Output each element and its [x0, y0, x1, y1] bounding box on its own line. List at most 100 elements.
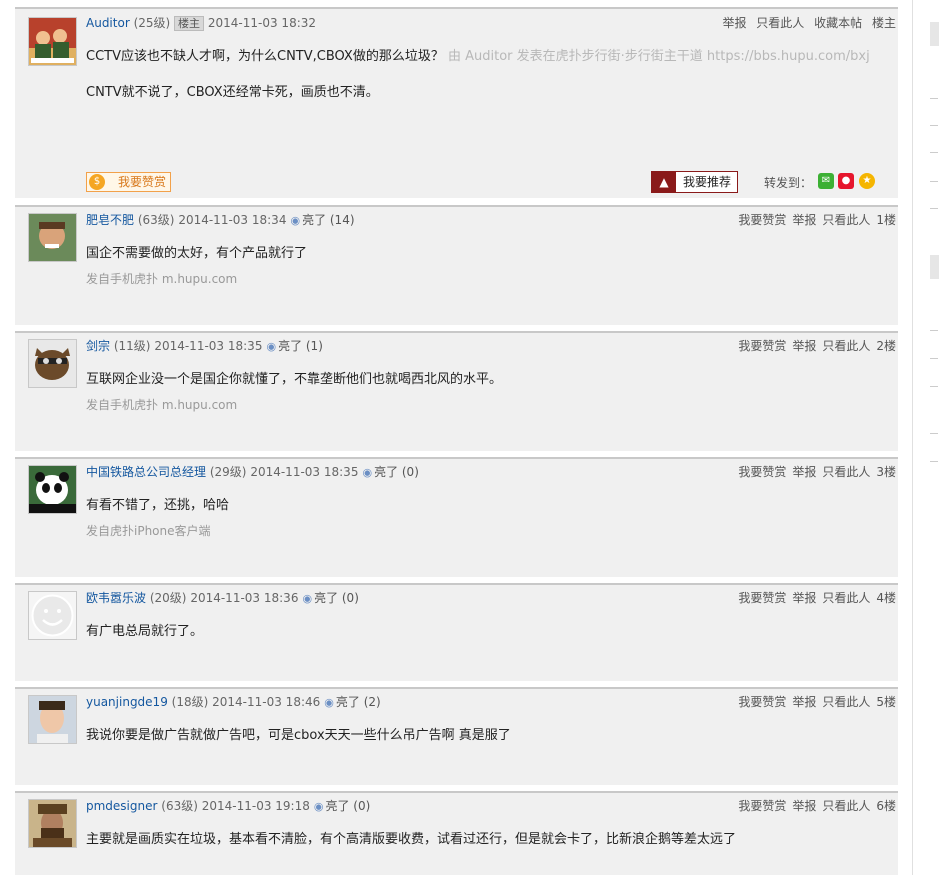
reward-link[interactable]: 我要赞赏 [738, 339, 786, 353]
sidebar-divider [930, 358, 938, 359]
report-link[interactable]: 举报 [792, 339, 816, 353]
post-meta: Auditor (25级) 楼主 2014-11-03 18:32 [86, 14, 316, 31]
report-link[interactable]: 举报 [792, 465, 816, 479]
thumbs-up-icon: ▲ [652, 172, 676, 192]
right-sidebar [912, 0, 939, 875]
post-source: 发自虎扑iPhone客户端 [86, 524, 211, 538]
bulb-icon: ◉ [302, 592, 313, 605]
share-label: 转发到： [764, 176, 813, 190]
sidebar-divider [930, 125, 938, 126]
report-link[interactable]: 举报 [792, 591, 816, 605]
username-link[interactable]: 欧韦嚣乐波 [86, 591, 146, 605]
report-link[interactable]: 举报 [792, 695, 816, 709]
light-button[interactable]: ◉ 亮了 (2) [324, 695, 380, 709]
post-meta: 肥皂不肥 (63级) 2014-11-03 18:34 ◉ 亮了 (14) [86, 211, 355, 228]
username-link[interactable]: Auditor [86, 16, 130, 30]
avatar[interactable] [28, 695, 77, 744]
wechat-share-icon[interactable]: ✉ [818, 173, 834, 189]
reply-post: yuanjingde19 (18级) 2014-11-03 18:46 ◉ 亮了 (… [15, 687, 898, 785]
avatar[interactable] [28, 339, 77, 388]
light-count: 亮了 (0) [325, 799, 371, 813]
recommend-label: 我要推荐 [683, 175, 732, 189]
user-level: (25级) [133, 16, 171, 30]
recommend-button[interactable]: ▲ 我要推荐 [651, 171, 738, 193]
post-meta: pmdesigner (63级) 2014-11-03 19:18 ◉ 亮了 (0) [86, 797, 370, 814]
post-time: 2014-11-03 18:35 [250, 465, 359, 479]
reply-post: 欧韦嚣乐波 (20级) 2014-11-03 18:36 ◉ 亮了 (0) 我要赞赏举… [15, 583, 898, 681]
username-link[interactable]: 肥皂不肥 [86, 213, 134, 227]
only-this-user-link[interactable]: 只看此人 [756, 16, 804, 30]
only-this-user-link[interactable]: 只看此人 [822, 465, 870, 479]
sidebar-divider [930, 152, 938, 153]
avatar[interactable] [28, 213, 77, 262]
avatar[interactable] [28, 591, 77, 640]
post-actions: 我要赞赏 举报 只看此人 4楼 [732, 589, 896, 606]
reward-link[interactable]: 我要赞赏 [738, 799, 786, 813]
floor-number: 1楼 [876, 213, 896, 227]
sidebar-divider [930, 461, 938, 462]
light-button[interactable]: ◉ 亮了 (14) [290, 213, 354, 227]
source-note[interactable]: 由 Auditor 发表在虎扑步行街·步行街主干道 https://bbs.hu… [448, 49, 870, 64]
avatar[interactable] [28, 17, 77, 66]
favorite-link[interactable]: 收藏本帖 [814, 16, 862, 30]
sidebar-divider [930, 208, 938, 209]
post-time: 2014-11-03 18:46 [212, 695, 321, 709]
user-level: (63级) [137, 213, 175, 227]
only-this-user-link[interactable]: 只看此人 [822, 213, 870, 227]
reply-post: 中国铁路总公司总经理 (29级) 2014-11-03 18:35 ◉ 亮了 (0)… [15, 457, 898, 577]
only-this-user-link[interactable]: 只看此人 [822, 695, 870, 709]
reward-label: 我要赞赏 [118, 175, 167, 189]
floor-number: 3楼 [876, 465, 896, 479]
bulb-icon: ◉ [313, 800, 324, 813]
bulb-icon: ◉ [324, 696, 334, 709]
reward-link[interactable]: 我要赞赏 [738, 213, 786, 227]
user-level: (63级) [161, 799, 198, 813]
weibo-share-icon[interactable]: ● [838, 173, 854, 189]
post-source: 发自手机虎扑 m.hupu.com [86, 272, 238, 286]
reward-link[interactable]: 我要赞赏 [738, 465, 786, 479]
post-actions: 我要赞赏 举报 只看此人 6楼 [732, 797, 896, 814]
light-count: 亮了 (14) [302, 213, 355, 227]
username-link[interactable]: 中国铁路总公司总经理 [86, 465, 206, 479]
light-count: 亮了 (0) [374, 465, 419, 479]
light-button[interactable]: ◉ 亮了 (0) [302, 591, 358, 605]
light-count: 亮了 (1) [278, 339, 323, 353]
post-content: CCTV应该也不缺人才啊，为什么CNTV,CBOX做的那么垃圾？ 由 Audit… [86, 46, 884, 104]
post-time: 2014-11-03 18:35 [154, 339, 263, 353]
only-this-user-link[interactable]: 只看此人 [822, 339, 870, 353]
avatar[interactable] [28, 799, 77, 848]
post-meta: 欧韦嚣乐波 (20级) 2014-11-03 18:36 ◉ 亮了 (0) [86, 589, 359, 606]
report-link[interactable]: 举报 [792, 213, 816, 227]
coin-icon: $ [89, 174, 105, 190]
reward-link[interactable]: 我要赞赏 [738, 591, 786, 605]
user-level: (18级) [171, 695, 209, 709]
light-button[interactable]: ◉ 亮了 (0) [314, 799, 370, 813]
floor-number: 2楼 [876, 339, 896, 353]
sidebar-block [930, 22, 939, 46]
report-link[interactable]: 举报 [722, 16, 746, 30]
post-content: 国企不需要做的太好，有个产品就行了 [86, 246, 308, 261]
username-link[interactable]: pmdesigner [86, 799, 157, 813]
post-content: 主要就是画质实在垃圾，基本看不清脸，有个高清版要收费，试看过还行，但是就会卡了，… [86, 832, 737, 847]
reward-button[interactable]: $ 我要赞赏 [86, 172, 171, 192]
user-level: (29级) [209, 465, 247, 479]
only-this-user-link[interactable]: 只看此人 [822, 591, 870, 605]
floor-number: 5楼 [876, 695, 896, 709]
only-this-user-link[interactable]: 只看此人 [822, 799, 870, 813]
post-body: CNTV就不说了，CBOX还经常卡死，画质也不清。 [86, 85, 379, 100]
username-link[interactable]: yuanjingde19 [86, 695, 168, 709]
post-content: 有看不错了，还挑，哈哈 [86, 498, 230, 513]
user-level: (11级) [113, 339, 151, 353]
post-meta: yuanjingde19 (18级) 2014-11-03 18:46 ◉ 亮了 (… [86, 693, 381, 710]
post-actions: 我要赞赏 举报 只看此人 1楼 [732, 211, 896, 228]
report-link[interactable]: 举报 [792, 799, 816, 813]
light-button[interactable]: ◉ 亮了 (1) [266, 339, 322, 353]
qzone-share-icon[interactable]: ★ [859, 173, 875, 189]
bulb-icon: ◉ [290, 214, 301, 227]
post-source: 发自手机虎扑 m.hupu.com [86, 398, 238, 412]
light-count: 亮了 (2) [335, 695, 381, 709]
avatar[interactable] [28, 465, 77, 514]
reward-link[interactable]: 我要赞赏 [738, 695, 786, 709]
username-link[interactable]: 剑宗 [86, 339, 110, 353]
light-button[interactable]: ◉ 亮了 (0) [362, 465, 418, 479]
